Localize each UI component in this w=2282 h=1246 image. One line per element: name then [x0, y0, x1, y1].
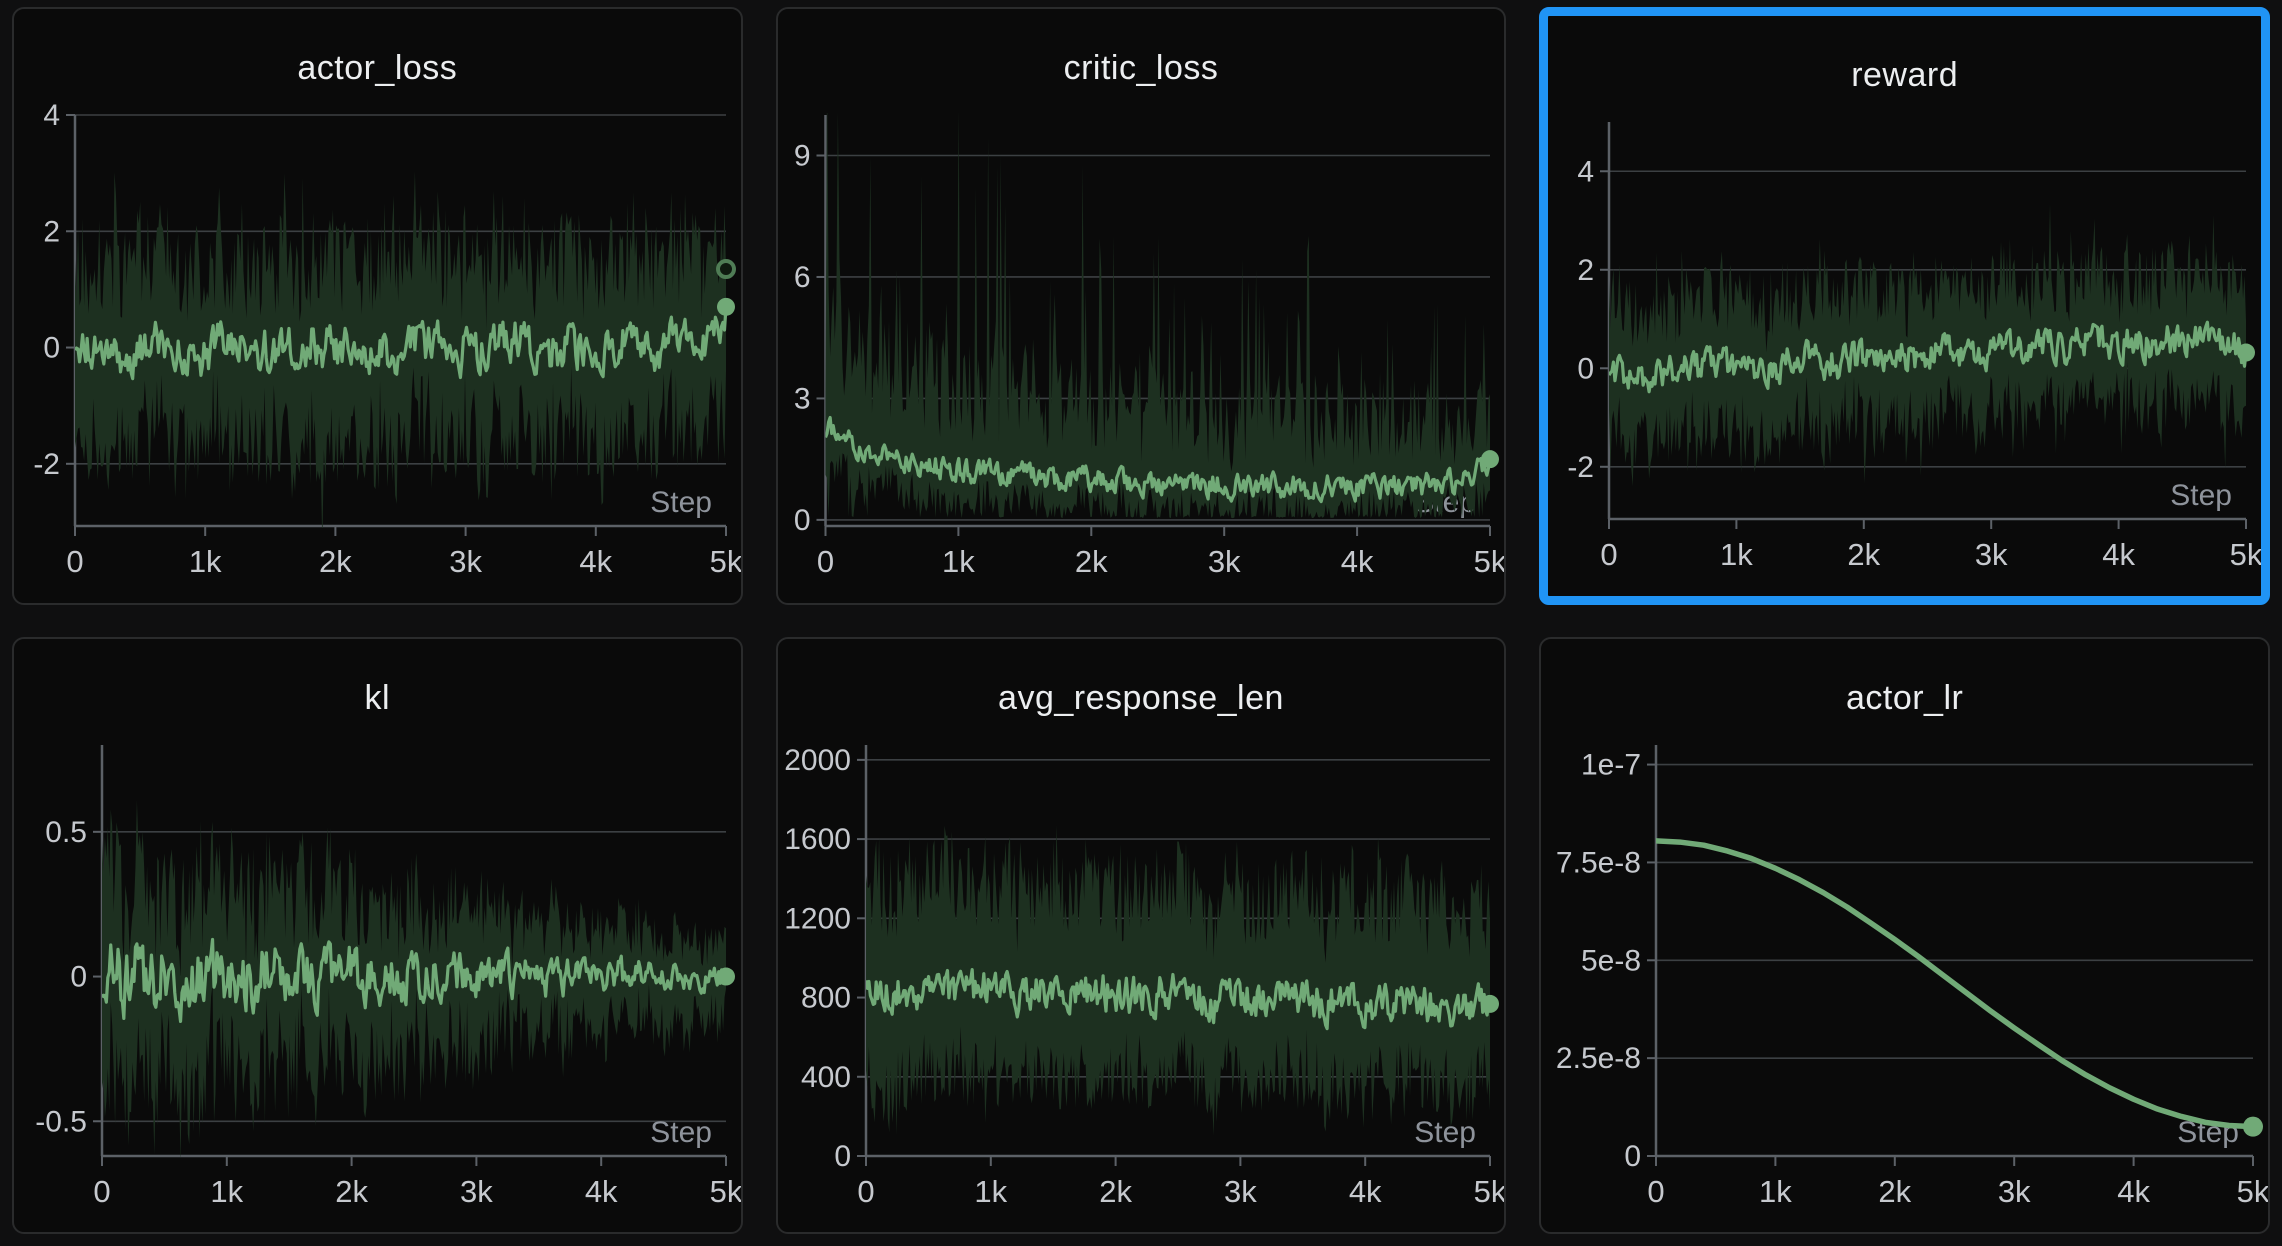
chart-title-actor-loss: actor_loss	[14, 49, 741, 88]
svg-text:0: 0	[66, 544, 83, 579]
panel-reward[interactable]: reward 4 2 0 -2 0 1k 2k 3k 4k 5k Step	[1539, 7, 2270, 605]
svg-text:3k: 3k	[449, 544, 482, 579]
svg-text:0: 0	[857, 1174, 874, 1209]
svg-text:0: 0	[793, 504, 810, 537]
panel-critic-loss[interactable]: critic_loss 963001k2k3k4k5kStep	[776, 7, 1507, 605]
svg-text:2: 2	[1578, 254, 1595, 287]
svg-text:1k: 1k	[210, 1174, 243, 1209]
svg-text:5k: 5k	[710, 544, 741, 579]
svg-text:2k: 2k	[1879, 1174, 1912, 1209]
metrics-dashboard: actor_loss 4 2 0 -2 0 1k 2k 3k 4k 5k Step critic_l…	[0, 0, 2282, 1246]
svg-text:0.5: 0.5	[45, 815, 87, 848]
svg-text:4k: 4k	[579, 544, 612, 579]
panel-actor-loss[interactable]: actor_loss 4 2 0 -2 0 1k 2k 3k 4k 5k Step	[12, 7, 743, 605]
svg-text:4k: 4k	[1340, 544, 1373, 579]
svg-text:0: 0	[93, 1174, 110, 1209]
svg-text:6: 6	[793, 261, 810, 294]
svg-text:5k: 5k	[710, 1174, 741, 1209]
actor-lr-chart[interactable]: 1e-77.5e-85e-82.5e-8001k2k3k4k5kStep	[1541, 639, 2268, 1233]
panel-kl[interactable]: kl 0.5 0 -0.5 0 1k 2k 3k 4k 5k Step	[12, 637, 743, 1235]
svg-text:5k: 5k	[1473, 544, 1504, 579]
svg-text:0: 0	[817, 544, 834, 579]
svg-text:2k: 2k	[1075, 544, 1108, 579]
svg-text:3k: 3k	[1207, 544, 1240, 579]
svg-text:2k: 2k	[335, 1174, 368, 1209]
svg-text:5k: 5k	[2230, 537, 2261, 572]
svg-text:2k: 2k	[1099, 1174, 1132, 1209]
svg-text:1k: 1k	[974, 1174, 1007, 1209]
svg-text:3k: 3k	[1998, 1174, 2031, 1209]
svg-text:Step: Step	[2171, 479, 2233, 512]
svg-text:3k: 3k	[1224, 1174, 1257, 1209]
svg-text:5e-8: 5e-8	[1581, 944, 1641, 977]
svg-text:1e-7: 1e-7	[1581, 748, 1641, 781]
svg-text:2000: 2000	[784, 743, 851, 776]
chart-title-kl: kl	[14, 679, 741, 718]
svg-text:0: 0	[1578, 352, 1595, 385]
svg-text:2: 2	[43, 215, 60, 248]
svg-text:0: 0	[70, 960, 87, 993]
svg-text:4k: 4k	[2103, 537, 2136, 572]
actor-loss-chart[interactable]: 4 2 0 -2 0 1k 2k 3k 4k 5k Step	[14, 9, 741, 603]
svg-text:Step: Step	[650, 1116, 712, 1149]
svg-text:-2: -2	[33, 448, 60, 481]
svg-text:0: 0	[1625, 1140, 1642, 1173]
svg-text:2.5e-8: 2.5e-8	[1556, 1042, 1641, 1075]
avg-response-len-chart[interactable]: 2000 1600 1200 800 400 00 1k 2k 3k 4k 5k Step	[778, 639, 1505, 1233]
panel-actor-lr[interactable]: actor_lr 1e-7 7.5e-8 5e-8 2.5e-8 00 1k 2k 3k 4k 5…	[1539, 637, 2270, 1235]
svg-text:4k: 4k	[585, 1174, 618, 1209]
svg-text:Step: Step	[1414, 1116, 1476, 1149]
svg-text:5k: 5k	[2237, 1174, 2268, 1209]
svg-text:4: 4	[1578, 155, 1595, 188]
svg-text:400: 400	[801, 1060, 851, 1093]
svg-text:1k: 1k	[189, 544, 222, 579]
kl-chart[interactable]: 0.5 0 -0.5 0 1k 2k 3k 4k 5k Step	[14, 639, 741, 1233]
svg-text:3: 3	[793, 382, 810, 415]
svg-text:4k: 4k	[2118, 1174, 2151, 1209]
svg-text:1200: 1200	[784, 902, 851, 935]
svg-text:3k: 3k	[1975, 537, 2008, 572]
chart-title-reward: reward	[1548, 56, 2261, 95]
svg-text:1600: 1600	[784, 823, 851, 856]
svg-text:Step: Step	[650, 486, 712, 519]
svg-text:2k: 2k	[1848, 537, 1881, 572]
critic-loss-chart[interactable]: 963001k2k3k4k5kStep	[778, 9, 1505, 603]
svg-text:0: 0	[1648, 1174, 1665, 1209]
svg-text:1k: 1k	[1759, 1174, 1792, 1209]
chart-title-actor-lr: actor_lr	[1541, 679, 2268, 718]
chart-title-critic-loss: critic_loss	[778, 49, 1505, 88]
svg-text:1k: 1k	[942, 544, 975, 579]
svg-text:-2: -2	[1568, 451, 1595, 484]
panel-avg-response-len[interactable]: avg_response_len 200016001200800400001k2…	[776, 637, 1507, 1235]
svg-text:7.5e-8: 7.5e-8	[1556, 846, 1641, 879]
svg-text:0: 0	[834, 1140, 851, 1173]
svg-text:1k: 1k	[1720, 537, 1753, 572]
svg-text:0: 0	[43, 332, 60, 365]
svg-text:2k: 2k	[319, 544, 352, 579]
svg-text:9: 9	[793, 139, 810, 172]
svg-text:4k: 4k	[1348, 1174, 1381, 1209]
svg-text:-0.5: -0.5	[35, 1105, 87, 1138]
svg-text:4: 4	[43, 99, 60, 132]
chart-title-avg-response-len: avg_response_len	[778, 679, 1505, 718]
svg-text:5k: 5k	[1473, 1174, 1504, 1209]
reward-chart[interactable]: 4 2 0 -2 0 1k 2k 3k 4k 5k Step	[1548, 16, 2261, 596]
svg-text:3k: 3k	[460, 1174, 493, 1209]
svg-text:800: 800	[801, 981, 851, 1014]
svg-text:0: 0	[1601, 537, 1618, 572]
